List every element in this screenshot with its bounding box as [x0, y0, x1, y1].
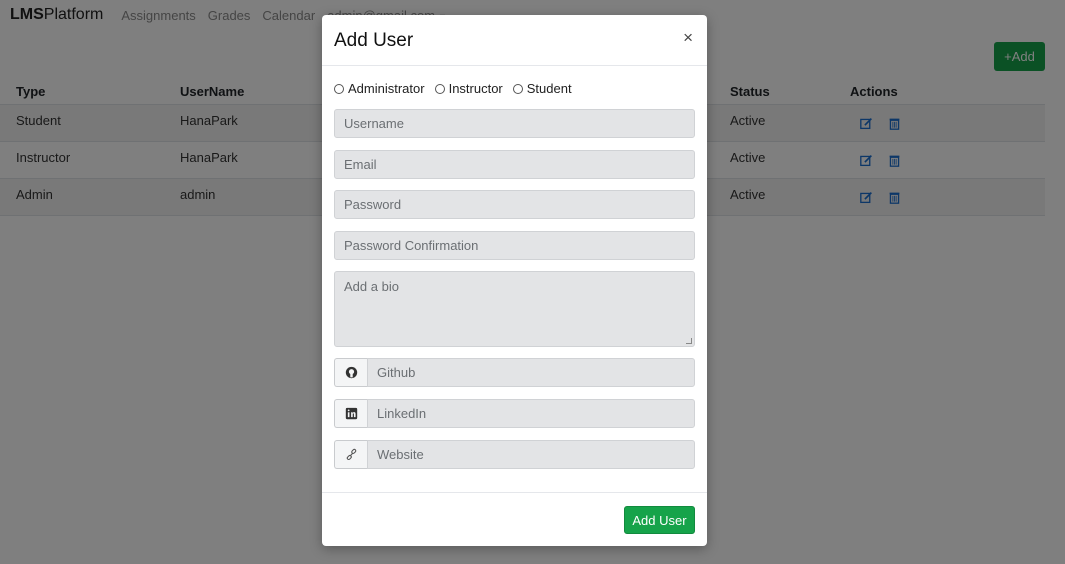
radio-button[interactable] [434, 83, 445, 94]
role-label: Student [526, 81, 572, 96]
website-input[interactable]: Website [367, 440, 695, 469]
resize-handle-icon[interactable] [686, 338, 692, 344]
password-confirmation-input[interactable]: Password Confirmation [334, 231, 695, 260]
role-option-instructor[interactable]: Instructor [434, 81, 503, 96]
link-icon [334, 440, 367, 469]
close-button[interactable]: × [683, 28, 693, 48]
modal-footer: Add User [322, 492, 707, 546]
add-user-button[interactable]: Add User [624, 506, 695, 534]
github-input-group: Github [334, 358, 695, 387]
password-input[interactable]: Password [334, 190, 695, 219]
modal-title: Add User [334, 30, 414, 51]
bio-textarea[interactable]: Add a bio [334, 271, 695, 347]
linkedin-input[interactable]: LinkedIn [367, 399, 695, 428]
linkedin-input-group: LinkedIn [334, 399, 695, 428]
github-icon [334, 358, 367, 387]
role-option-student[interactable]: Student [512, 81, 572, 96]
radio-button[interactable] [334, 83, 344, 94]
radio-button[interactable] [512, 83, 523, 94]
role-option-administrator[interactable]: Administrator [334, 81, 425, 96]
modal-header: Add User × [322, 15, 707, 66]
website-input-group: Website [334, 440, 695, 469]
github-input[interactable]: Github [367, 358, 695, 387]
email-input[interactable]: Email [334, 150, 695, 179]
role-label: Administrator [348, 81, 425, 96]
bio-placeholder: Add a bio [344, 279, 399, 294]
username-input[interactable]: Username [334, 109, 695, 138]
role-radio-group: Administrator Instructor Student [334, 81, 582, 96]
add-user-modal: Add User × Administrator Instructor Stud… [322, 15, 707, 546]
role-label: Instructor [448, 81, 503, 96]
linkedin-icon [334, 399, 367, 428]
